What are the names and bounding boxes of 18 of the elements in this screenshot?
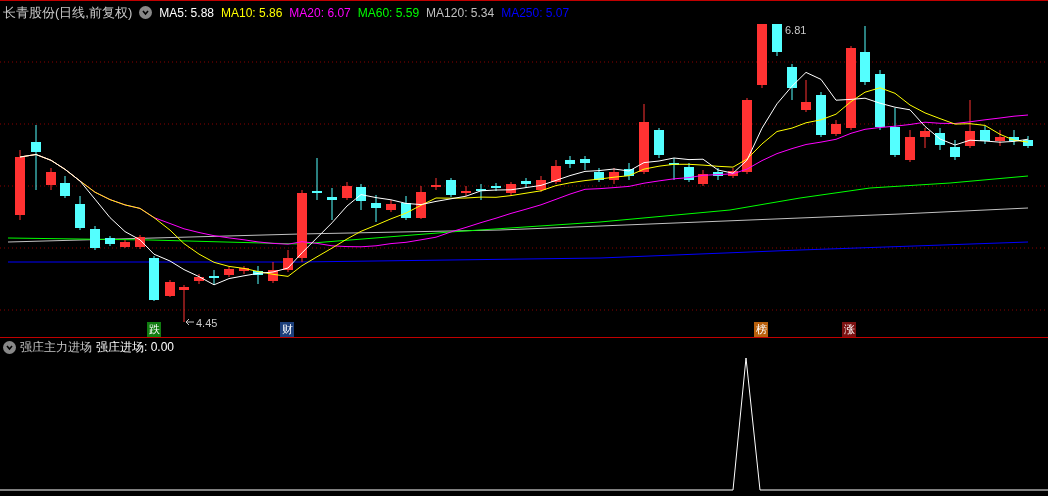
stock-title: 长青股份(日线,前复权) [3,3,133,22]
event-marker[interactable]: 涨 [842,322,856,337]
event-marker[interactable]: 财 [280,322,294,337]
moving-average-reading: MA120: 5.34 [426,4,495,22]
pointer-arrow-icon [185,318,195,326]
event-marker[interactable]: 榜 [754,322,768,337]
indicator-reading: 强庄进场: 0.00 [96,339,175,356]
high-price-label: 6.81 [785,23,807,38]
low-price-label: 4.45 [196,316,218,331]
indicator-title: 强庄主力进场 [20,339,92,356]
moving-average-reading: MA20: 6.07 [289,4,351,22]
moving-average-reading: MA60: 5.59 [357,4,420,22]
event-marker[interactable]: 跌 [147,322,161,337]
moving-average-reading: MA10: 5.86 [221,4,283,22]
dropdown-icon[interactable] [3,340,16,354]
dropdown-icon[interactable] [139,6,153,19]
moving-average-reading: MA5: 5.88 [159,4,214,22]
moving-average-reading: MA250: 5.07 [501,4,570,22]
